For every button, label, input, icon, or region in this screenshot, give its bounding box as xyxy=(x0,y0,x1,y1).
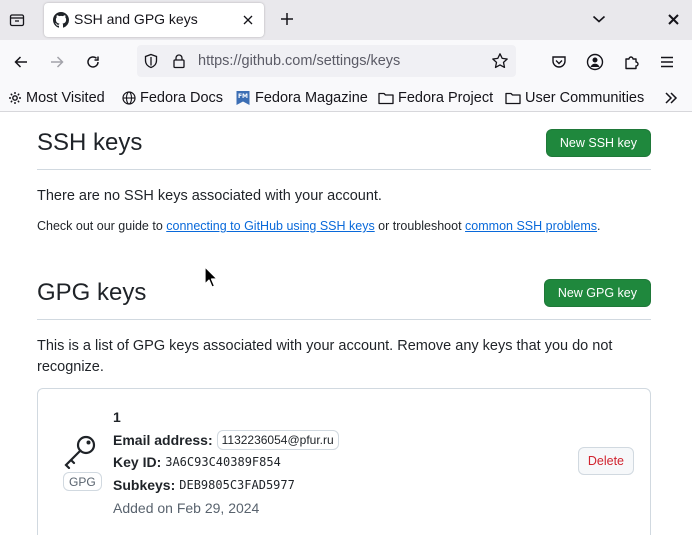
browser-nav-bar: https://github.com/settings/keys xyxy=(0,40,692,84)
delete-key-button[interactable]: Delete xyxy=(577,447,634,475)
shield-icon[interactable] xyxy=(143,53,159,69)
tab-list-icon[interactable] xyxy=(4,8,30,32)
email-value: 1132236054@pfur.ru xyxy=(216,430,339,450)
bookmark-star-icon[interactable] xyxy=(491,52,509,70)
url-bar[interactable]: https://github.com/settings/keys xyxy=(137,45,516,77)
bookmark-label: User Communities xyxy=(525,90,645,106)
email-row: Email address: 1132236054@pfur.ru xyxy=(113,430,339,450)
github-icon xyxy=(53,12,69,28)
ssh-guide-text: Check out our guide to connecting to Git… xyxy=(37,216,651,237)
email-label: Email address: xyxy=(113,432,213,448)
guide-suffix: . xyxy=(597,219,601,233)
key-id-label: Key ID: xyxy=(113,454,162,470)
bookmarks-toolbar: Most Visited Fedora Docs FM Fedora Magaz… xyxy=(0,84,692,112)
chevron-right-double-icon[interactable] xyxy=(660,88,682,108)
lock-icon[interactable] xyxy=(171,53,187,69)
ssh-guide-link[interactable]: connecting to GitHub using SSH keys xyxy=(166,219,374,233)
key-icon xyxy=(64,435,96,469)
extensions-icon[interactable] xyxy=(619,50,643,74)
gear-icon xyxy=(9,92,21,104)
bookmark-user-communities[interactable]: User Communities xyxy=(505,88,644,108)
ssh-empty-message: There are no SSH keys associated with yo… xyxy=(37,188,382,204)
fedora-magazine-icon: FM xyxy=(236,91,250,105)
account-icon[interactable] xyxy=(583,50,607,74)
bookmark-fedora-project[interactable]: Fedora Project xyxy=(378,88,493,108)
bookmark-fedora-magazine[interactable]: FM Fedora Magazine xyxy=(235,88,368,108)
ssh-keys-title: SSH keys xyxy=(37,129,143,156)
bookmark-label: Most Visited xyxy=(26,90,105,106)
subkeys-row: Subkeys: DEB9805C3FAD5977 xyxy=(113,477,295,493)
globe-icon xyxy=(122,91,136,105)
bookmark-label: Fedora Magazine xyxy=(255,90,368,106)
url-text[interactable]: https://github.com/settings/keys xyxy=(198,53,400,69)
folder-icon xyxy=(378,92,394,105)
bookmark-most-visited[interactable]: Most Visited xyxy=(8,88,105,108)
gpg-key-name: 1 xyxy=(113,409,121,425)
pocket-icon[interactable] xyxy=(547,50,571,74)
gpg-key-item: GPG 1 Email address: 1132236054@pfur.ru … xyxy=(37,388,651,535)
ssh-keys-header: SSH keys New SSH key xyxy=(37,113,651,170)
bookmark-fedora-docs[interactable]: Fedora Docs xyxy=(122,88,223,108)
gpg-keys-header: GPG keys New GPG key xyxy=(37,263,651,320)
bookmark-label: Fedora Docs xyxy=(140,90,224,106)
forward-arrow-icon[interactable] xyxy=(45,50,69,74)
gpg-badge: GPG xyxy=(63,472,102,491)
key-id-value: 3A6C93C40389F854 xyxy=(165,455,281,469)
browser-tab-bar: SSH and GPG keys xyxy=(0,0,692,40)
gpg-description: This is a list of GPG keys associated wi… xyxy=(37,338,613,375)
new-gpg-key-button[interactable]: New GPG key xyxy=(543,279,651,307)
bookmark-label: Fedora Project xyxy=(398,90,494,106)
subkeys-value: DEB9805C3FAD5977 xyxy=(179,478,295,492)
guide-prefix: Check out our guide to xyxy=(37,219,167,233)
tab-title: SSH and GPG keys xyxy=(74,11,198,27)
close-tab-icon[interactable] xyxy=(240,12,256,28)
mouse-cursor-icon xyxy=(204,266,218,288)
reload-icon[interactable] xyxy=(81,50,105,74)
gpg-keys-title: GPG keys xyxy=(37,279,147,306)
subkeys-label: Subkeys: xyxy=(113,477,176,493)
key-id-row: Key ID: 3A6C93C40389F854 xyxy=(113,454,281,470)
folder-icon xyxy=(505,92,521,105)
browser-tab[interactable]: SSH and GPG keys xyxy=(44,3,264,37)
menu-icon[interactable] xyxy=(655,50,679,74)
new-ssh-key-button[interactable]: New SSH key xyxy=(545,129,651,157)
added-date: Added on Feb 29, 2024 xyxy=(113,500,260,516)
new-tab-icon[interactable] xyxy=(277,9,297,29)
window-close-icon[interactable] xyxy=(663,9,683,29)
chevron-down-icon[interactable] xyxy=(589,9,609,29)
ssh-problems-link[interactable]: common SSH problems xyxy=(465,219,597,233)
svg-text:FM: FM xyxy=(238,93,248,100)
back-arrow-icon[interactable] xyxy=(9,50,33,74)
guide-middle: or troubleshoot xyxy=(374,219,466,233)
page-content: SSH keys New SSH key There are no SSH ke… xyxy=(0,113,692,535)
